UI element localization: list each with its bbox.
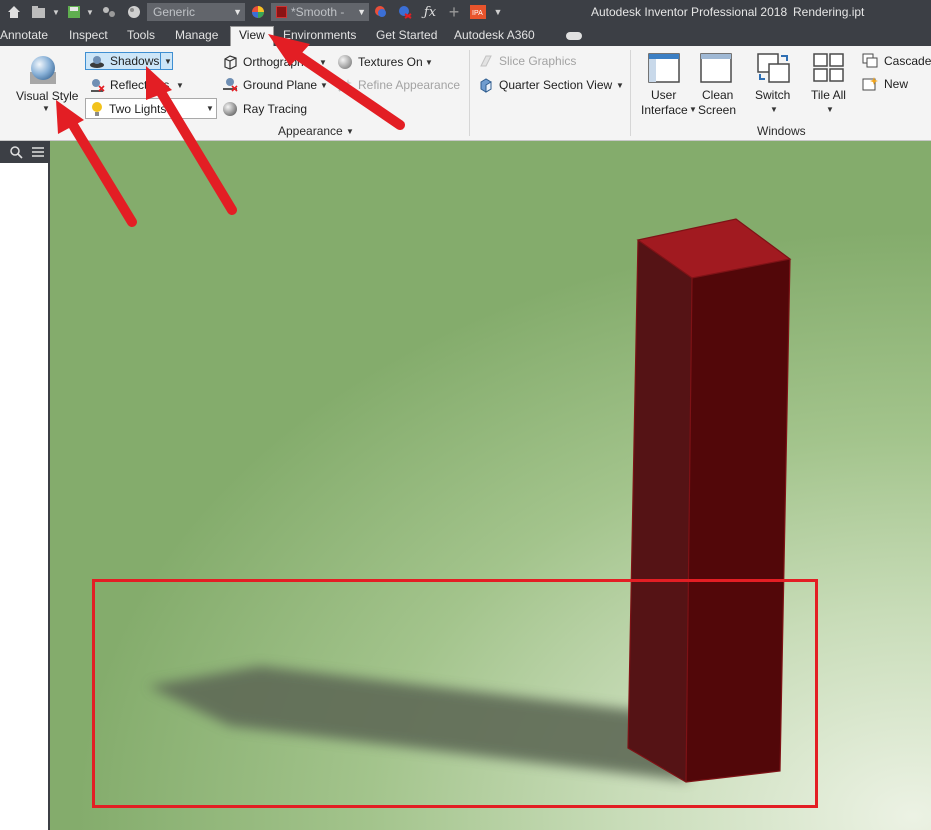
- arrow-to-shadows: [151, 79, 237, 215]
- arrow-to-visual-style: [65, 115, 137, 227]
- arrow-to-view-tab: [285, 45, 405, 130]
- annotation-arrows: [56, 34, 405, 227]
